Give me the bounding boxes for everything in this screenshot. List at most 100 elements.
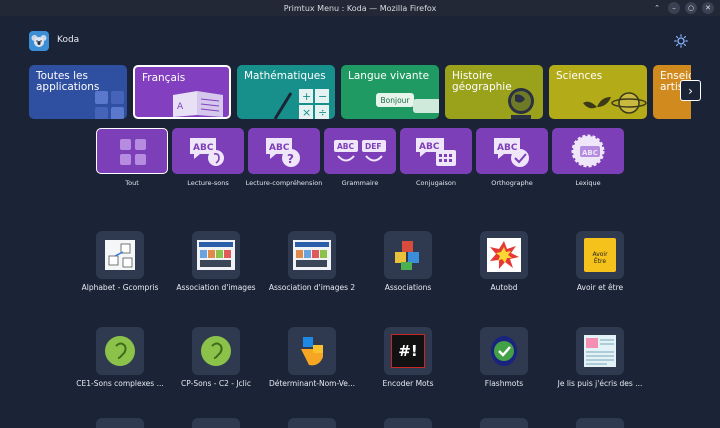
abc-gear-icon: ABC — [571, 134, 605, 168]
app-name: Autobd — [490, 283, 518, 292]
category-sciences[interactable]: Sciences — [549, 65, 647, 119]
speech-bubble-icon: Bonjour — [376, 93, 414, 107]
svg-text:ABC: ABC — [582, 149, 598, 157]
letter-cubes-icon — [395, 241, 419, 270]
app-name: Flashmots — [484, 379, 524, 388]
category-mathematiques[interactable]: Mathématiques + − × ÷ — [237, 65, 335, 119]
svg-text:−: − — [318, 90, 327, 103]
subcategory-conjugaison[interactable]: ABC Conjugaison — [400, 128, 472, 190]
app-name: CP-Sons - C2 - Jclic — [181, 379, 251, 388]
app-tile-partial[interactable] — [192, 418, 240, 428]
subcategory-grammaire[interactable]: ABC DEF Grammaire — [324, 128, 396, 190]
alphabet-blocks-icon — [105, 240, 135, 270]
green-ear-icon — [105, 336, 135, 366]
picture-board-icon — [197, 240, 235, 270]
chevron-right-icon: › — [688, 83, 693, 98]
category-toutes-les-applications[interactable]: Toutes les applications — [29, 65, 127, 119]
abc-calendar-icon: ABC — [416, 138, 456, 166]
comic-burst-icon — [487, 238, 521, 272]
app-association-images-2[interactable]: Association d'images 2 — [264, 231, 360, 327]
category-histoire-geographie[interactable]: Histoire géographie — [445, 65, 543, 119]
maximize-icon[interactable]: ○ — [685, 2, 697, 14]
svg-text:+: + — [302, 90, 311, 103]
app-name: Déterminant-Nom-Ve... — [268, 379, 356, 388]
category-label: Mathématiques — [244, 70, 326, 82]
subcategory-lecture-comprehension[interactable]: ABC ? Lecture-compréhension — [246, 128, 322, 190]
app-associations[interactable]: Associations — [360, 231, 456, 327]
check-badge-icon — [491, 336, 517, 366]
app-avoir-et-etre[interactable]: Avoir Être Avoir et être — [552, 231, 648, 327]
grid-icon — [120, 139, 146, 165]
app-ce1-sons-complexes[interactable]: CE1-Sons complexes ... — [72, 327, 168, 423]
plant-planet-icon — [583, 92, 647, 119]
app-tile-partial[interactable] — [480, 418, 528, 428]
app-tile-partial[interactable] — [288, 418, 336, 428]
category-label: Français — [142, 72, 186, 84]
koala-avatar-icon[interactable] — [29, 31, 49, 51]
subcategory-bar: Tout ABC Lecture-sons ABC ? Lecture-comp… — [96, 128, 626, 190]
app-association-images[interactable]: Association d'images — [168, 231, 264, 327]
subcategory-lecture-sons[interactable]: ABC Lecture-sons — [172, 128, 244, 190]
speech-bubble-icon — [413, 99, 439, 113]
category-francais[interactable]: Français A — [133, 65, 231, 119]
sun-icon[interactable] — [674, 34, 688, 48]
hash-exclaim-icon: #! — [391, 334, 425, 368]
app-tile-partial[interactable] — [384, 418, 432, 428]
window-titlebar: Primtux Menu : Koda — Mozilla Firefox ⌃ … — [0, 0, 720, 16]
app-name: CE1-Sons complexes ... — [76, 379, 164, 388]
window-title: Primtux Menu : Koda — Mozilla Firefox — [283, 3, 437, 13]
window-controls: ⌃ – ○ ✕ — [651, 2, 714, 14]
abc-def-icon: ABC DEF — [334, 140, 386, 162]
math-operators-icon: + − × ÷ — [273, 89, 329, 119]
app-header: Koda — [0, 16, 720, 60]
abc-check-icon: ABC — [494, 138, 529, 167]
subcategory-orthographe[interactable]: ABC Orthographe — [476, 128, 548, 190]
category-label: Sciences — [556, 70, 603, 82]
app-name: Associations — [384, 283, 432, 292]
abc-question-icon: ABC ? — [266, 138, 300, 167]
app-name: Alphabet - Gcompris — [81, 283, 159, 292]
svg-text:÷: ÷ — [318, 106, 327, 119]
app-tile-partial[interactable] — [96, 418, 144, 428]
category-carousel: Toutes les applications Français A Mathé… — [29, 65, 691, 119]
subcategory-tout[interactable]: Tout — [96, 128, 168, 190]
app-je-lis-puis-j-ecris[interactable]: Je lis puis j'écris des ... — [552, 327, 648, 423]
subcategory-lexique[interactable]: ABC Lexique — [552, 128, 624, 190]
svg-text:ABC: ABC — [193, 143, 214, 153]
app-name: Encoder Mots — [382, 379, 434, 388]
chevron-up-icon[interactable]: ⌃ — [651, 2, 663, 14]
app-name: Association d'images 2 — [268, 283, 356, 292]
minimize-icon[interactable]: – — [668, 2, 680, 14]
app-grid: Alphabet - Gcompris Association d'images… — [72, 231, 672, 425]
shapes-puzzle-icon — [301, 337, 323, 366]
picture-board-icon — [293, 240, 331, 270]
user-name: Koda — [57, 35, 80, 45]
category-langue-vivante[interactable]: Langue vivante Bonjour — [341, 65, 439, 119]
carousel-next-button[interactable]: › — [680, 80, 701, 101]
app-encoder-mots[interactable]: #! Encoder Mots — [360, 327, 456, 423]
app-alphabet-gcompris[interactable]: Alphabet - Gcompris — [72, 231, 168, 327]
svg-text:A: A — [177, 102, 184, 112]
green-ear-icon — [201, 336, 231, 366]
app-name: Avoir et être — [576, 283, 624, 292]
close-icon[interactable]: ✕ — [702, 2, 714, 14]
app-autobd[interactable]: Autobd — [456, 231, 552, 327]
avoir-etre-icon: Avoir Être — [584, 238, 616, 272]
category-label: Langue vivante — [348, 70, 430, 82]
svg-text:×: × — [302, 106, 311, 119]
svg-text:ABC: ABC — [337, 142, 355, 151]
worksheet-icon — [584, 335, 616, 367]
app-tile-partial[interactable] — [576, 418, 624, 428]
app-determinant-nom-verbe[interactable]: Déterminant-Nom-Ve... — [264, 327, 360, 423]
svg-text:?: ? — [287, 152, 294, 166]
abc-ear-icon: ABC — [190, 138, 224, 166]
open-book-icon: A — [173, 91, 223, 117]
globe-icon — [508, 88, 534, 119]
subcategory-label: Lexique — [575, 179, 601, 187]
app-name: Je lis puis j'écris des ... — [557, 379, 643, 388]
app-grid-icon — [95, 91, 124, 119]
app-name: Association d'images — [176, 283, 256, 292]
app-cp-sons-c2-jclic[interactable]: CP-Sons - C2 - Jclic — [168, 327, 264, 423]
svg-text:DEF: DEF — [365, 142, 381, 151]
app-flashmots[interactable]: Flashmots — [456, 327, 552, 423]
